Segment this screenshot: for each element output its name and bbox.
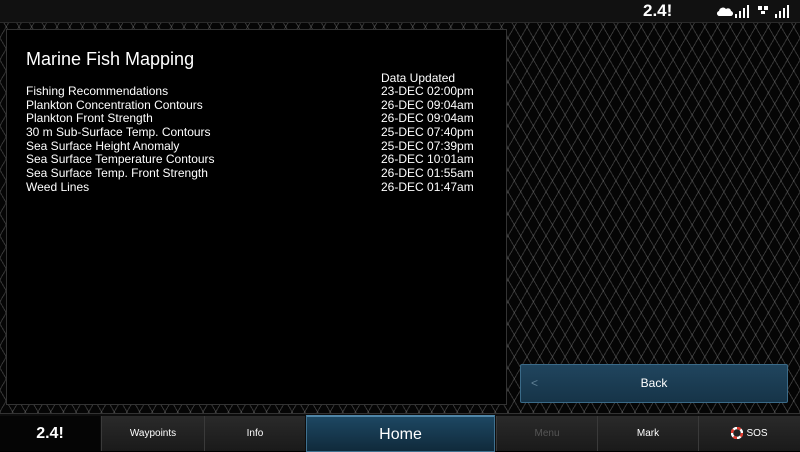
- list-item: Sea Surface Height Anomaly 25-DEC 07:39p…: [26, 138, 486, 154]
- layer-updated: 25-DEC 07:39pm: [381, 138, 474, 153]
- list-item: Plankton Front Strength 26-DEC 09:04am: [26, 112, 486, 126]
- list-item: Sea Surface Temperature Contours 26-DEC …: [26, 153, 486, 167]
- layer-name: Plankton Front Strength: [26, 111, 153, 126]
- layer-name: Sea Surface Temp. Front Strength: [26, 166, 208, 181]
- home-button[interactable]: Home: [306, 415, 495, 452]
- sos-label: SOS: [746, 428, 768, 439]
- weather-signal-icon: [716, 5, 749, 18]
- layer-updated: 26-DEC 01:47am: [381, 179, 474, 194]
- layer-name: Sea Surface Height Anomaly: [26, 138, 180, 153]
- list-item: Weed Lines 26-DEC 01:47am: [26, 179, 486, 195]
- info-button[interactable]: Info: [204, 416, 305, 451]
- back-button[interactable]: < Back: [520, 364, 788, 403]
- layer-updated: 26-DEC 09:04am: [381, 97, 474, 112]
- layer-updated: 26-DEC 01:55am: [381, 166, 474, 181]
- menu-button[interactable]: Menu: [496, 416, 597, 451]
- list-item: Plankton Concentration Contours 26-DEC 0…: [26, 97, 486, 113]
- data-list: Fishing Recommendations 23-DEC 02:00pm P…: [26, 84, 486, 195]
- layer-name: Plankton Concentration Contours: [26, 97, 203, 112]
- page-title: Marine Fish Mapping: [26, 49, 195, 69]
- layer-updated: 25-DEC 07:40pm: [381, 125, 474, 140]
- back-arrow-icon: <: [531, 376, 539, 390]
- layer-name: Sea Surface Temperature Contours: [26, 152, 215, 167]
- list-item: Fishing Recommendations 23-DEC 02:00pm: [26, 84, 486, 99]
- layer-name: 30 m Sub-Surface Temp. Contours: [26, 125, 211, 140]
- layer-name: Weed Lines: [26, 179, 90, 194]
- sos-button[interactable]: SOS: [698, 416, 800, 451]
- nav-time: 2.4!: [0, 416, 100, 451]
- layer-name: Fishing Recommendations: [26, 84, 169, 98]
- list-item: Sea Surface Temp. Front Strength 26-DEC …: [26, 166, 486, 181]
- status-time: 2.4!: [643, 1, 673, 20]
- list-item: 30 m Sub-Surface Temp. Contours 25-DEC 0…: [26, 125, 486, 140]
- status-bar: 2.4!: [0, 0, 800, 23]
- sos-lifebuoy-icon: [731, 427, 744, 440]
- layer-updated: 26-DEC 09:04am: [381, 111, 474, 126]
- satellite-signal-icon: [758, 5, 789, 18]
- waypoints-button[interactable]: Waypoints: [101, 416, 204, 451]
- data-updated-header: Data Updated: [381, 71, 456, 85]
- layer-updated: 26-DEC 10:01am: [381, 152, 474, 167]
- back-button-label: Back: [640, 376, 668, 390]
- mark-button[interactable]: Mark: [597, 416, 698, 451]
- layer-updated: 23-DEC 02:00pm: [381, 84, 474, 98]
- fish-mapping-panel: Marine Fish Mapping Data Updated Fishing…: [6, 29, 507, 405]
- bottom-nav: 2.4! Waypoints Info Home Menu Mark SOS: [0, 413, 800, 452]
